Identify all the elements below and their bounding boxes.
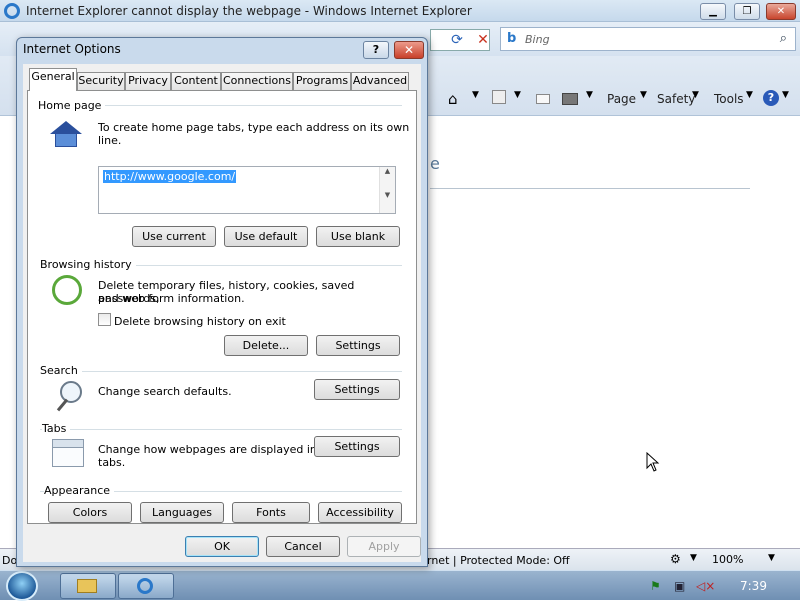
search-input[interactable]: Bing [525, 33, 550, 46]
accessibility-button[interactable]: Accessibility [318, 502, 402, 523]
dialog-body: General Security Privacy Content Connect… [23, 64, 421, 562]
explorer-taskbar-button[interactable] [60, 573, 116, 599]
tabs-description-2: tabs. [98, 456, 126, 469]
group-divider [40, 429, 402, 430]
general-tab-panel: Home page To create home page tabs, type… [27, 90, 417, 524]
use-blank-button[interactable]: Use blank [316, 226, 400, 247]
cancel-button[interactable]: Cancel [266, 536, 340, 557]
tab-general[interactable]: General [29, 68, 77, 91]
stop-icon[interactable]: ✕ [472, 29, 494, 51]
feeds-icon[interactable] [492, 90, 506, 104]
error-heading: e [430, 154, 440, 173]
mail-icon[interactable] [536, 94, 550, 104]
dropdown-arrow-icon[interactable]: ▼ [514, 90, 530, 106]
group-divider [40, 371, 402, 372]
taskbar: ⚑ ▣ ◁× 7:39 [0, 570, 800, 601]
safety-menu[interactable]: Safety [657, 92, 695, 106]
tab-security[interactable]: Security [77, 72, 125, 90]
security-icon[interactable]: ⚙ [670, 552, 681, 566]
search-icon[interactable]: ⌕ [780, 31, 787, 46]
status-done-text: Do [2, 554, 18, 567]
tab-connections[interactable]: Connections [221, 72, 293, 90]
home-page-url-field[interactable]: http://www.google.com/ ▲ ▼ [98, 166, 396, 214]
search-magnifier-icon [56, 381, 86, 413]
dropdown-arrow-icon[interactable]: ▼ [782, 90, 798, 106]
tab-privacy[interactable]: Privacy [125, 72, 171, 90]
url-scrollbar[interactable]: ▲ ▼ [379, 167, 395, 213]
home-page-url-text: http://www.google.com/ [103, 170, 237, 183]
delete-history-button[interactable]: Delete... [224, 335, 308, 356]
ie-icon [137, 578, 153, 594]
tab-advanced[interactable]: Advanced [351, 72, 409, 90]
search-label: Search [40, 364, 82, 377]
use-current-button[interactable]: Use current [132, 226, 216, 247]
home-page-label: Home page [38, 99, 106, 112]
zoom-dropdown-icon[interactable]: ▼ [768, 553, 775, 563]
use-default-button[interactable]: Use default [224, 226, 308, 247]
languages-button[interactable]: Languages [140, 502, 224, 523]
search-box[interactable]: b Bing ⌕ [500, 27, 796, 51]
browsing-history-description-2: and web form information. [98, 292, 245, 305]
zoom-level[interactable]: 100% [712, 553, 743, 566]
ie-window-title: Internet Explorer cannot display the web… [26, 4, 472, 18]
colors-button[interactable]: Colors [48, 502, 132, 523]
search-description: Change search defaults. [98, 385, 232, 398]
appearance-label: Appearance [44, 484, 115, 497]
fonts-button[interactable]: Fonts [232, 502, 310, 523]
ie-logo-icon [4, 3, 20, 19]
protected-mode-status: rnet | Protected Mode: Off [427, 554, 570, 567]
network-icon[interactable]: ▣ [674, 579, 685, 593]
delete-history-on-exit-label[interactable]: Delete browsing history on exit [114, 315, 286, 328]
print-icon[interactable] [562, 93, 578, 105]
mouse-cursor-icon [646, 452, 660, 472]
delete-history-on-exit-checkbox[interactable] [98, 313, 111, 326]
folder-icon [77, 579, 97, 593]
tabs-settings-button[interactable]: Settings [314, 436, 400, 457]
page-menu[interactable]: Page [607, 92, 636, 106]
dropdown-arrow-icon[interactable]: ▼ [586, 90, 602, 106]
system-tray: ⚑ ▣ ◁× [640, 571, 800, 601]
start-button[interactable] [6, 571, 38, 601]
tools-menu[interactable]: Tools [714, 92, 744, 106]
action-center-icon[interactable]: ⚑ [650, 579, 661, 593]
internet-options-dialog: Internet Options ? ✕ General Security Pr… [16, 37, 428, 567]
tabs-section-label: Tabs [42, 422, 71, 435]
volume-muted-icon[interactable]: ◁× [696, 579, 715, 593]
browsing-history-label: Browsing history [40, 258, 136, 271]
tab-programs[interactable]: Programs [293, 72, 351, 90]
tab-content[interactable]: Content [171, 72, 221, 90]
minimize-button[interactable]: ▁ [700, 3, 726, 20]
help-icon[interactable]: ? [763, 90, 779, 106]
apply-button[interactable]: Apply [347, 536, 421, 557]
home-page-description: To create home page tabs, type each addr… [98, 121, 410, 147]
error-divider [430, 188, 750, 189]
home-page-icon [50, 121, 82, 149]
history-settings-button[interactable]: Settings [316, 335, 400, 356]
ie-close-button[interactable]: ✕ [766, 3, 796, 20]
bing-icon: b [507, 31, 517, 46]
dialog-title: Internet Options [23, 42, 121, 56]
search-settings-button[interactable]: Settings [314, 379, 400, 400]
dialog-close-button[interactable]: ✕ [394, 41, 424, 59]
dropdown-arrow-icon[interactable]: ▼ [692, 90, 708, 106]
tabs-description-1: Change how webpages are displayed in [98, 443, 317, 456]
clock[interactable]: 7:39 [740, 579, 767, 593]
dropdown-arrow-icon[interactable]: ▼ [746, 90, 762, 106]
dropdown-arrow-icon[interactable]: ▼ [640, 90, 656, 106]
dropdown-arrow-icon[interactable]: ▼ [472, 90, 488, 106]
ok-button[interactable]: OK [185, 536, 259, 557]
maximize-button[interactable]: ❐ [734, 3, 760, 20]
home-icon[interactable]: ⌂ [448, 90, 464, 108]
dropdown-arrow-icon[interactable]: ▼ [690, 553, 697, 563]
refresh-icon[interactable]: ⟳ [446, 29, 468, 51]
dialog-help-button[interactable]: ? [363, 41, 389, 59]
ie-taskbar-button[interactable] [118, 573, 174, 599]
ie-title-bar: Internet Explorer cannot display the web… [0, 0, 800, 22]
